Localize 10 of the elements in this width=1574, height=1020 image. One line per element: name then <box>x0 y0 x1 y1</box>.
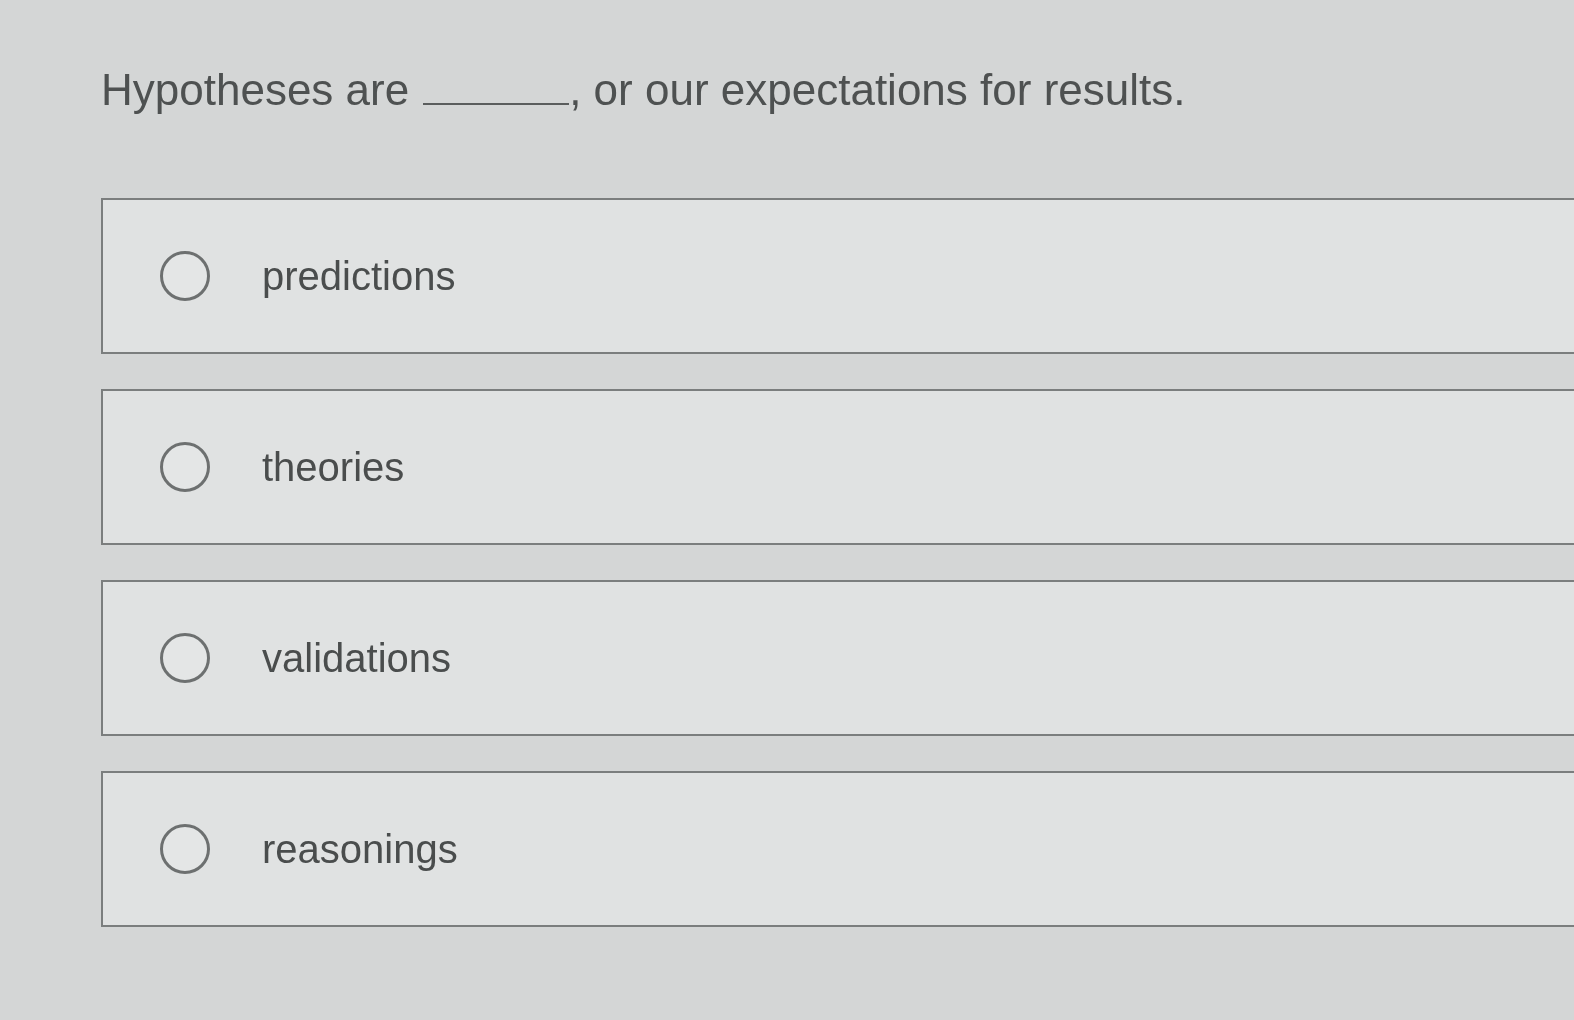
answer-option[interactable]: validations <box>101 580 1574 736</box>
radio-button[interactable] <box>160 824 210 874</box>
radio-button[interactable] <box>160 251 210 301</box>
radio-button[interactable] <box>160 442 210 492</box>
question-text: Hypotheses are <box>101 64 410 116</box>
answer-option[interactable]: reasonings <box>101 771 1574 927</box>
answer-option[interactable]: theories <box>101 389 1574 545</box>
question-text: , or our expectations for results. <box>569 64 1186 116</box>
radio-button[interactable] <box>160 633 210 683</box>
answer-option[interactable]: predictions <box>101 198 1574 354</box>
